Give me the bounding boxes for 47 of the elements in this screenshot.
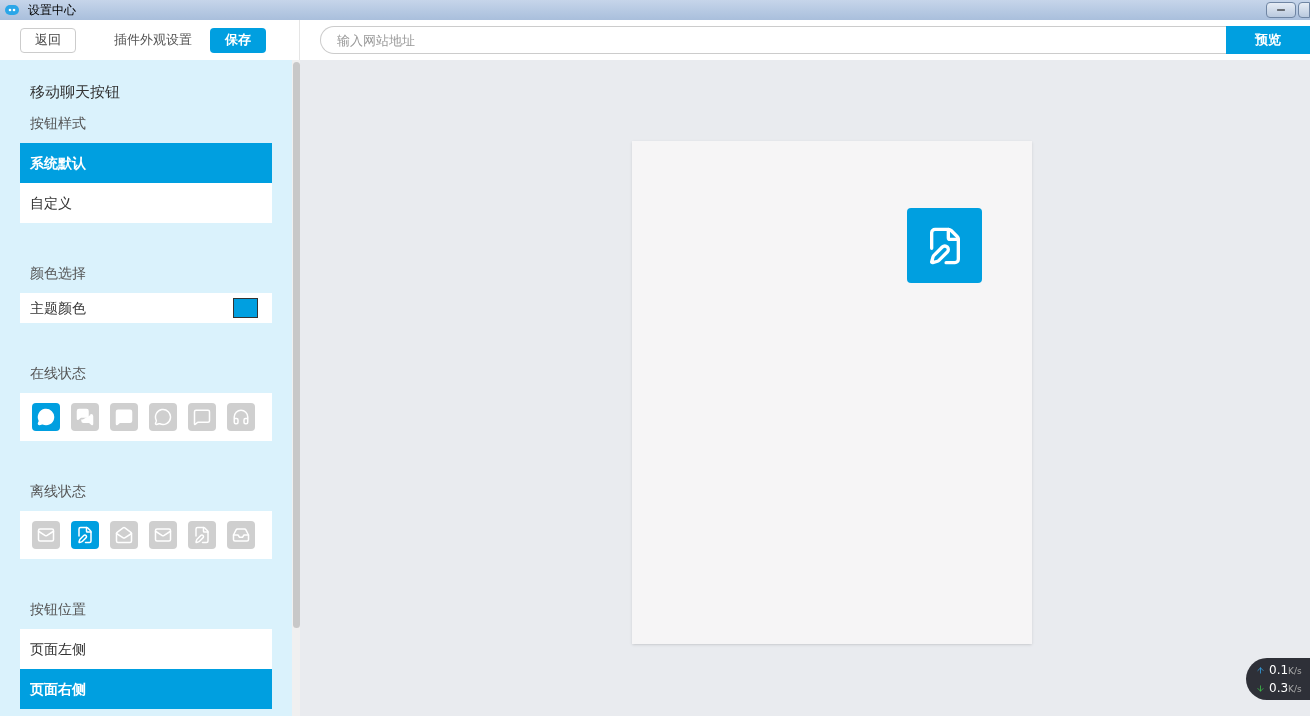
section-label: 离线状态 <box>29 482 87 501</box>
icon-option[interactable] <box>149 403 177 431</box>
icon-option[interactable] <box>32 403 60 431</box>
minimize-button[interactable] <box>1266 2 1296 18</box>
preview-button[interactable]: 预览 <box>1226 26 1310 54</box>
url-field[interactable]: 输入网站地址 <box>320 26 1226 54</box>
download-speed: 0.3 K/s <box>1269 680 1302 697</box>
save-button[interactable]: 保存 <box>210 27 266 53</box>
back-button[interactable]: 返回 <box>20 27 76 53</box>
icon-option[interactable] <box>110 403 138 431</box>
panel-title: 插件外观设置 <box>113 31 193 50</box>
icon-option[interactable] <box>227 521 255 549</box>
headset-icon <box>232 408 250 426</box>
option-item[interactable]: 系统默认 <box>20 143 272 183</box>
upload-arrow-icon <box>1256 665 1265 675</box>
option-item[interactable]: 自定义 <box>20 183 272 223</box>
icon-option[interactable] <box>71 521 99 549</box>
note-icon <box>193 526 211 544</box>
icon-option[interactable] <box>188 403 216 431</box>
bubble-icon <box>37 408 55 426</box>
section-label: 在线状态 <box>29 364 87 383</box>
download-arrow-icon <box>1256 683 1265 693</box>
open-mail-icon <box>115 526 133 544</box>
option-item[interactable]: 页面左侧 <box>20 629 272 669</box>
note-icon <box>76 526 94 544</box>
icon-option[interactable] <box>32 521 60 549</box>
color-swatch[interactable] <box>233 298 258 318</box>
mail-icon <box>37 526 55 544</box>
sidebar-heading: 移动聊天按钮 <box>29 82 121 102</box>
headset-logo-icon <box>4 3 20 17</box>
icon-option[interactable] <box>188 521 216 549</box>
option-item[interactable]: 页面右侧 <box>20 669 272 709</box>
window-title: 设置中心 <box>28 2 76 19</box>
icon-option[interactable] <box>110 521 138 549</box>
scrollbar[interactable] <box>292 60 300 716</box>
window-button[interactable] <box>1298 2 1310 18</box>
envelope-icon <box>154 526 172 544</box>
inbox-icon <box>232 526 250 544</box>
section-label: 按钮样式 <box>29 114 87 133</box>
upload-speed: 0.1 K/s <box>1269 662 1302 679</box>
icon-option[interactable] <box>227 403 255 431</box>
icon-option[interactable] <box>149 521 177 549</box>
section-label: 按钮位置 <box>29 600 87 619</box>
color-label: 主题颜色 <box>30 298 87 318</box>
bubbles-icon <box>76 408 94 426</box>
section-label: 颜色选择 <box>29 264 87 283</box>
icon-option[interactable] <box>71 403 99 431</box>
